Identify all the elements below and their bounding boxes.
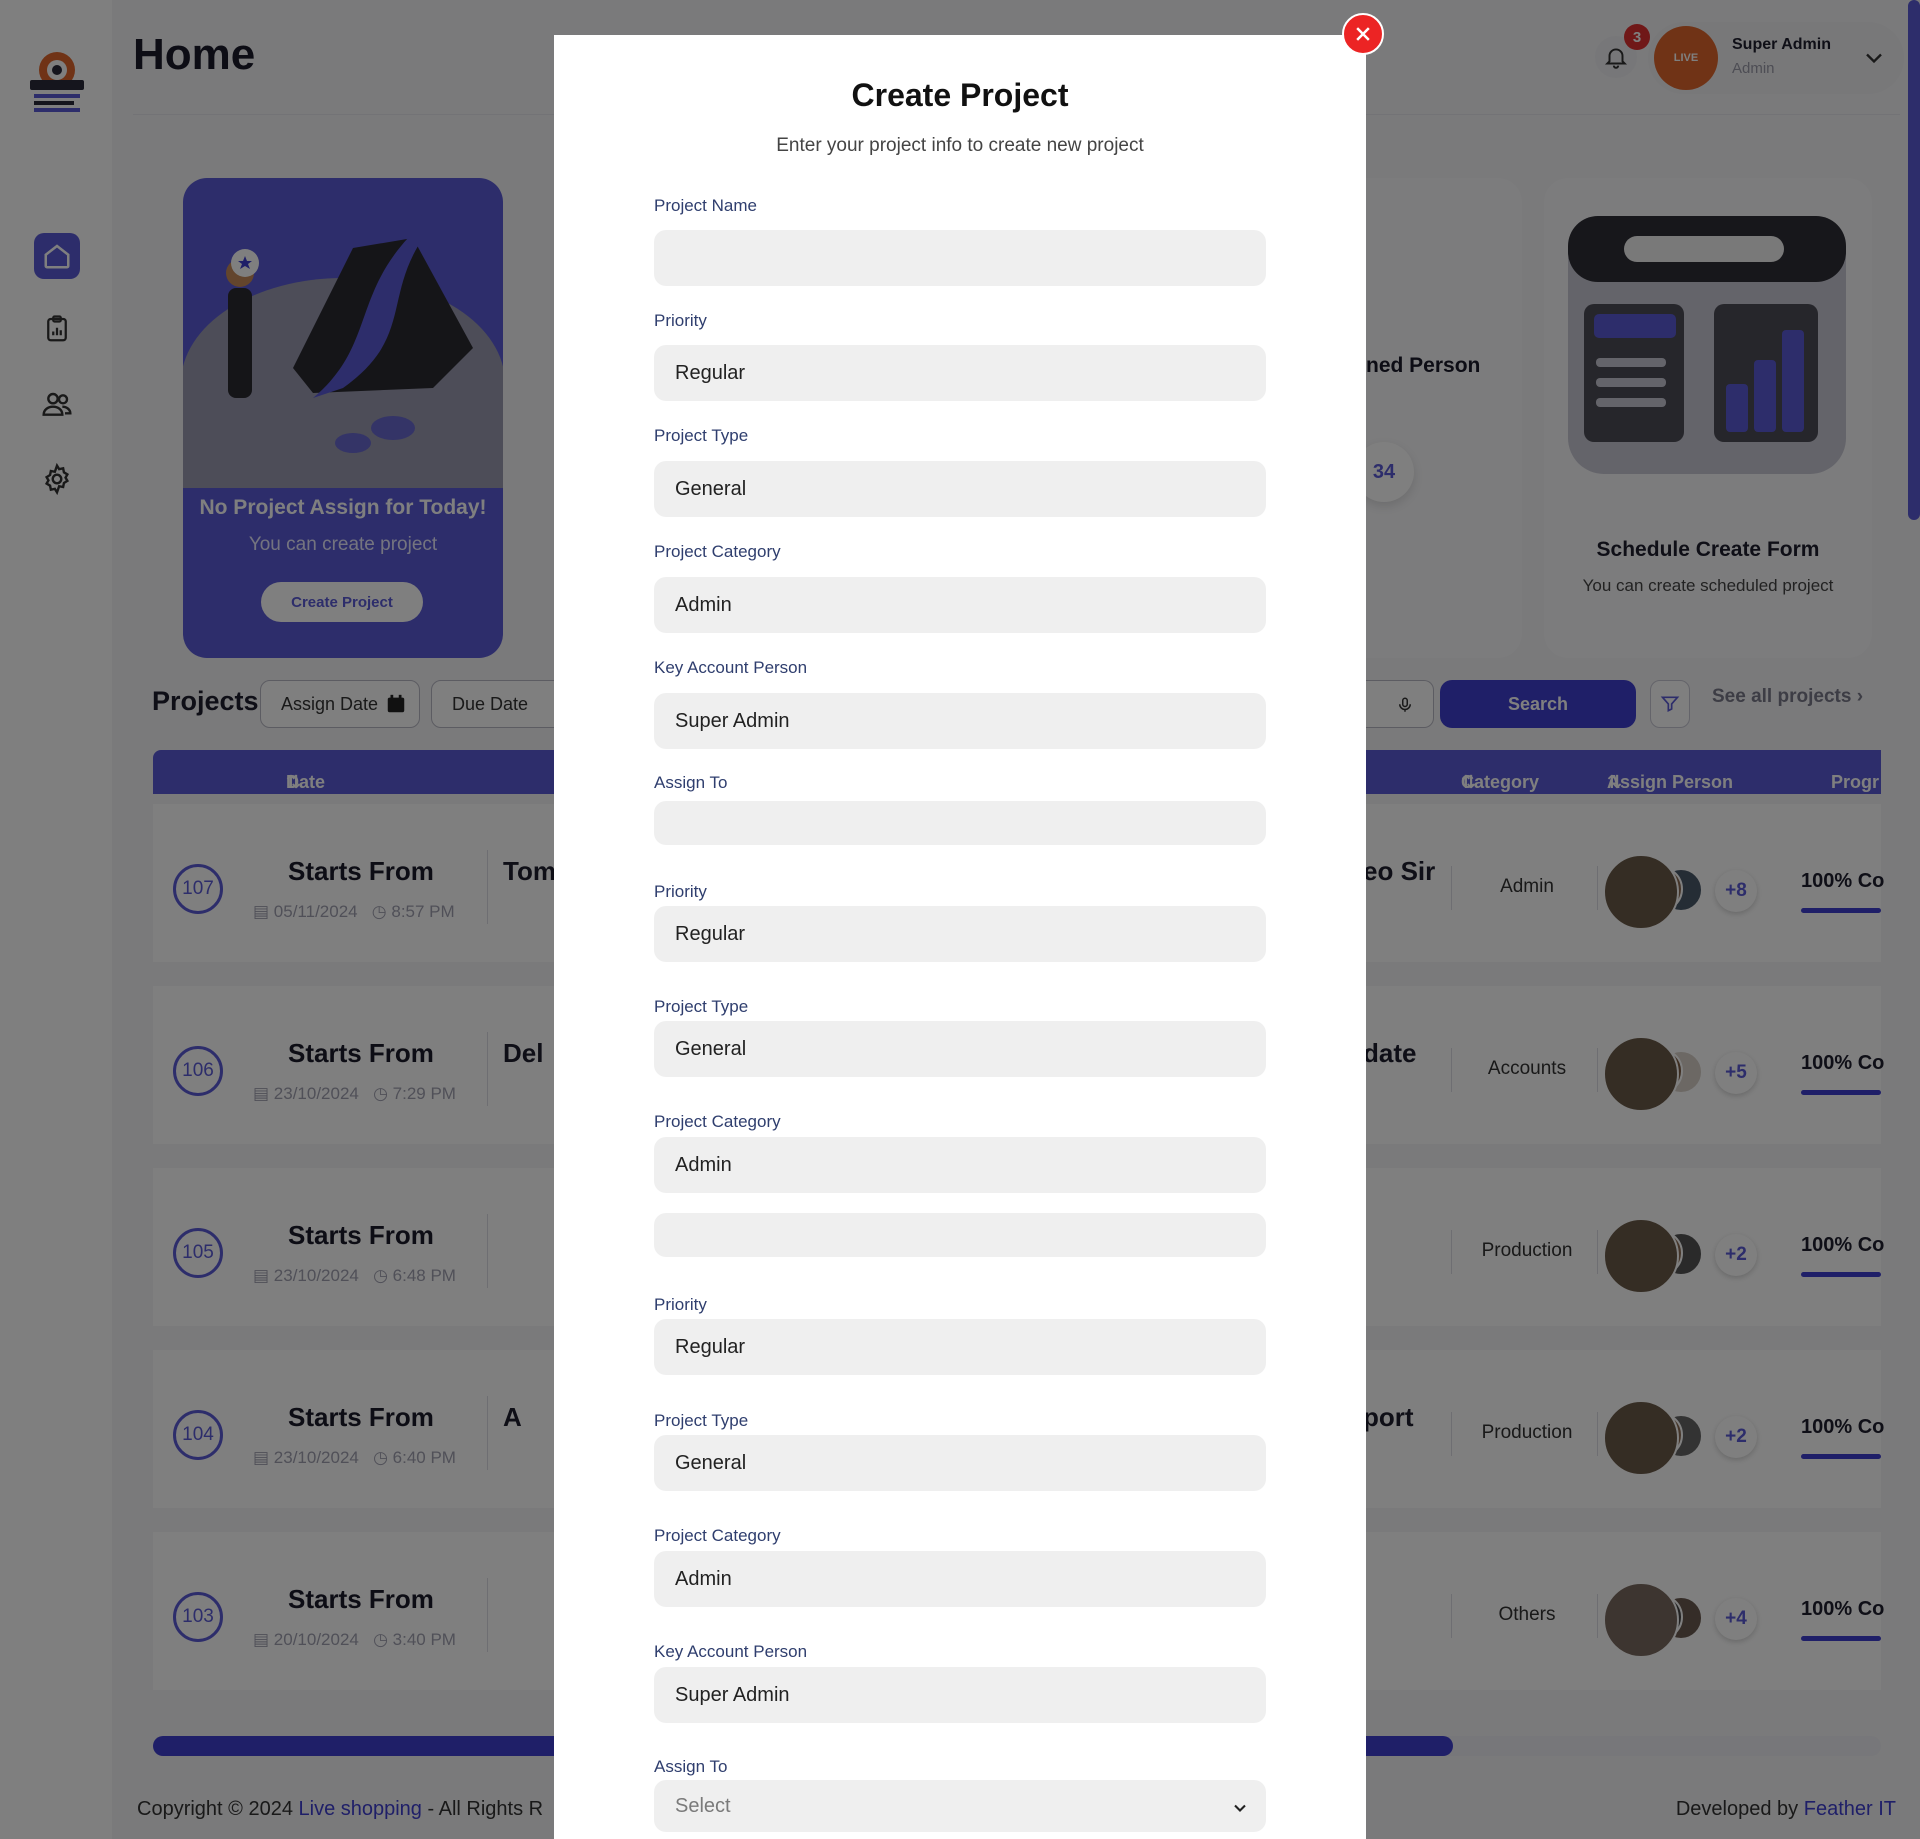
modal-title: Create Project — [851, 77, 1069, 113]
field-value: General — [675, 1451, 747, 1474]
field-value: General — [675, 1037, 747, 1060]
field-label: Priority — [654, 311, 707, 330]
project-name-input[interactable] — [654, 230, 1266, 286]
chevron-down-icon — [1234, 1804, 1246, 1812]
close-modal-button[interactable] — [1342, 13, 1384, 55]
field-label: Assign To — [654, 773, 728, 792]
modal-subtitle: Enter your project info to create new pr… — [776, 135, 1144, 156]
project-type-input[interactable]: General — [654, 461, 1266, 517]
key-account-person-input[interactable]: Super Admin — [654, 1667, 1266, 1723]
field-value: Super Admin — [675, 1683, 790, 1706]
field-label: Key Account Person — [654, 658, 808, 677]
field-label: Project Type — [654, 997, 749, 1016]
field-label: Project Category — [654, 542, 781, 561]
assign-to-input[interactable] — [654, 801, 1266, 845]
field-label: Assign To — [654, 1757, 728, 1776]
field-label: Project Type — [654, 1411, 749, 1430]
field-value: Regular — [675, 922, 746, 945]
field-label: Project Type — [654, 426, 749, 445]
priority-input[interactable]: Regular — [654, 345, 1266, 401]
project-category-input[interactable]: Admin — [654, 1137, 1266, 1193]
priority-input[interactable]: Regular — [654, 1319, 1266, 1375]
create-project-modal: Create Project Enter your project info t… — [554, 35, 1366, 1839]
project-category-input[interactable]: Admin — [654, 577, 1266, 633]
key-account-person-input[interactable]: Super Admin — [654, 693, 1266, 749]
field-value: Regular — [675, 1335, 746, 1358]
priority-input[interactable]: Regular — [654, 906, 1266, 962]
field-value: Admin — [675, 593, 732, 616]
assign-to-select[interactable]: Select — [654, 1780, 1266, 1832]
project-category-input[interactable]: Admin — [654, 1551, 1266, 1607]
field-label: Project Name — [654, 196, 757, 215]
field-label: Project Category — [654, 1526, 781, 1545]
field-label: Priority — [654, 1295, 707, 1314]
field-label: Project Category — [654, 1112, 781, 1131]
field-label: Priority — [654, 882, 707, 901]
field-value: Admin — [675, 1153, 732, 1176]
field-label: Key Account Person — [654, 1642, 808, 1661]
project-type-input[interactable]: General — [654, 1435, 1266, 1491]
field-value: General — [675, 477, 747, 500]
close-icon — [1356, 27, 1370, 41]
field-value: Super Admin — [675, 709, 790, 732]
field-value: Select — [675, 1794, 731, 1817]
extra-input[interactable] — [654, 1213, 1266, 1257]
project-type-input[interactable]: General — [654, 1021, 1266, 1077]
field-value: Admin — [675, 1567, 732, 1590]
field-value: Regular — [675, 361, 746, 384]
